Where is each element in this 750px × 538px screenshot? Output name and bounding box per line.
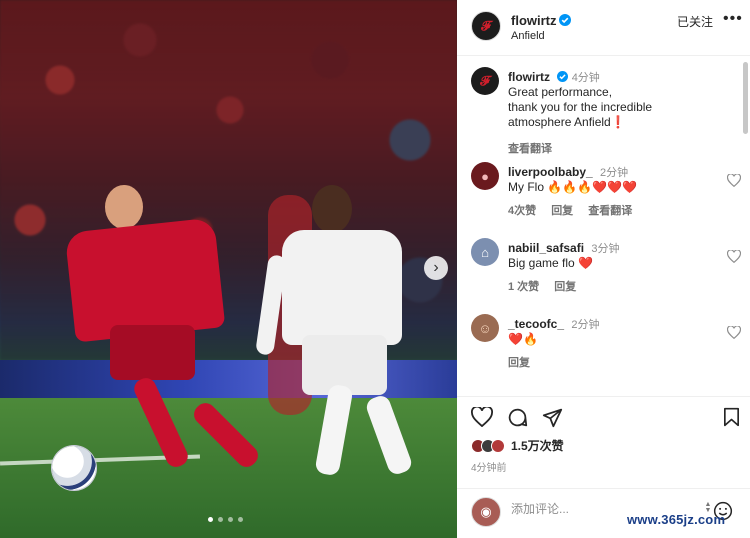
- caption-line: thank you for the incredible: [508, 100, 653, 114]
- caption-username[interactable]: flowirtz: [508, 70, 550, 84]
- author-avatar[interactable]: 𝓕: [471, 11, 501, 41]
- next-slide-chevron-right-icon[interactable]: ›: [424, 256, 448, 280]
- caption-text: Great performance, thank you for the inc…: [508, 85, 652, 130]
- comment-time: 2分钟: [600, 167, 629, 179]
- post-actions: 1.5万次赞 4分钟前: [457, 396, 750, 496]
- comment-heart-icon[interactable]: [726, 325, 742, 344]
- comment-username[interactable]: nabiil_safsafi: [508, 241, 584, 255]
- comment-time: 3分钟: [591, 243, 620, 255]
- like-count[interactable]: 1.5万次赞: [511, 437, 564, 454]
- comment-likes[interactable]: 1 次赞: [508, 281, 539, 293]
- like-heart-icon[interactable]: [471, 405, 493, 432]
- liker-avatar: [491, 438, 505, 453]
- comments-list[interactable]: 𝓕 flowirtz 4分钟 Great performance, thank …: [457, 57, 750, 392]
- comment-username[interactable]: liverpoolbaby_: [508, 165, 593, 179]
- carousel-dot: [228, 517, 233, 522]
- comment-likes[interactable]: 4次赞: [508, 205, 536, 217]
- post-timestamp: 4分钟前: [471, 463, 507, 474]
- comment-heart-icon[interactable]: [726, 249, 742, 268]
- following-button[interactable]: 已关注: [677, 13, 713, 30]
- comment-heart-icon[interactable]: [726, 173, 742, 192]
- liverpool-player: [40, 185, 270, 485]
- comment-text: Big game flo ❤️: [508, 256, 593, 270]
- comment-item: ☺ _tecoofc_ 2分钟 ❤️🔥 回复: [471, 314, 742, 374]
- commenter-avatar[interactable]: ⌂: [471, 238, 499, 266]
- caption-line: Great performance,: [508, 85, 613, 99]
- comments-scrollbar[interactable]: [743, 62, 748, 134]
- post-header: 𝓕 flowirtz Anfield 已关注 •••: [457, 0, 750, 56]
- post-location[interactable]: Anfield: [511, 30, 545, 42]
- reply-button[interactable]: 回复: [508, 357, 530, 369]
- caption-time: 4分钟: [571, 72, 600, 84]
- comment-text: My Flo 🔥🔥🔥❤️❤️❤️: [508, 180, 637, 194]
- football: [52, 446, 96, 490]
- bookmark-icon[interactable]: [723, 407, 740, 432]
- carousel-dot: [208, 517, 213, 522]
- commenter-avatar[interactable]: ☺: [471, 314, 499, 342]
- author-avatar[interactable]: 𝓕: [471, 67, 499, 95]
- commenter-avatar[interactable]: ●: [471, 162, 499, 190]
- reply-button[interactable]: 回复: [554, 281, 576, 293]
- post-photo[interactable]: ›: [0, 0, 457, 538]
- verified-badge-icon: [557, 70, 569, 84]
- post-caption: 𝓕 flowirtz 4分钟 Great performance, thank …: [471, 67, 741, 155]
- post-side-panel: 𝓕 flowirtz Anfield 已关注 ••• 𝓕 flowirtz 4分…: [457, 0, 750, 538]
- share-icon[interactable]: [542, 407, 563, 433]
- comment-icon[interactable]: [507, 407, 528, 433]
- comment-time: 2分钟: [571, 319, 600, 331]
- carousel-dot: [218, 517, 223, 522]
- more-options-icon[interactable]: •••: [723, 10, 743, 28]
- comment-item: ● liverpoolbaby_ 2分钟 My Flo 🔥🔥🔥❤️❤️❤️ 4次…: [471, 162, 742, 222]
- carousel-dots: [208, 517, 243, 522]
- carousel-dot: [238, 517, 243, 522]
- see-translation-link[interactable]: 查看翻译: [508, 143, 552, 155]
- watermark: www.365jz.com: [627, 512, 726, 527]
- comment-text: ❤️🔥: [508, 332, 538, 346]
- comment-username[interactable]: _tecoofc_: [508, 317, 564, 331]
- current-user-avatar: ◉: [471, 497, 501, 527]
- comment-item: ⌂ nabiil_safsafi 3分钟 Big game flo ❤️ 1 次…: [471, 238, 742, 298]
- see-translation-link[interactable]: 查看翻译: [588, 205, 632, 217]
- likes-summary[interactable]: 1.5万次赞: [471, 437, 564, 454]
- madrid-player: [255, 185, 437, 485]
- verified-badge-icon: [559, 13, 571, 31]
- caption-line: atmosphere Anfield❗: [508, 115, 626, 129]
- author-username[interactable]: flowirtz: [511, 13, 557, 28]
- reply-button[interactable]: 回复: [551, 205, 573, 217]
